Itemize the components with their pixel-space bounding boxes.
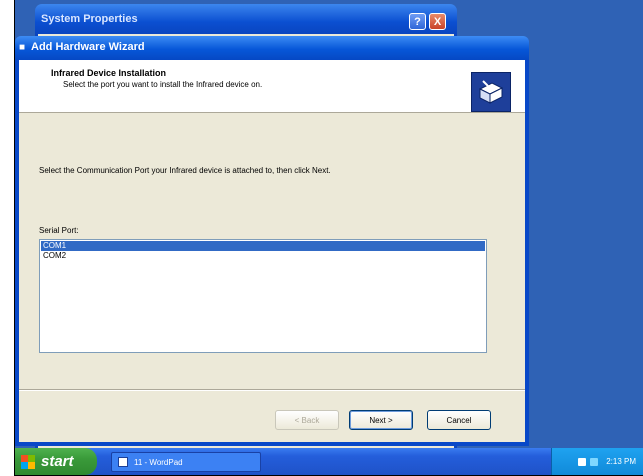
serial-port-label: Serial Port:: [39, 226, 79, 235]
wordpad-icon: [118, 457, 128, 467]
wizard-app-icon: ■: [19, 42, 26, 53]
wizard-header: Infrared Device Installation Select the …: [19, 60, 525, 113]
start-button[interactable]: start: [15, 448, 97, 475]
cancel-button[interactable]: Cancel: [427, 410, 491, 430]
wizard-title: Add Hardware Wizard: [31, 41, 145, 53]
taskbar: start 11 - WordPad 2:13 PM: [15, 448, 643, 475]
wizard-header-subtitle: Select the port you want to install the …: [63, 80, 263, 89]
start-label: start: [41, 453, 74, 470]
serial-port-list[interactable]: COM1 COM2: [39, 239, 487, 353]
system-properties-title: System Properties: [41, 13, 138, 25]
system-properties-titlebar[interactable]: System Properties ? X: [35, 4, 457, 34]
hardware-box-icon: [474, 75, 508, 109]
wizard-instruction: Select the Communication Port your Infra…: [39, 166, 331, 175]
wizard-frame: Infrared Device Installation Select the …: [15, 60, 529, 446]
system-tray: 2:13 PM: [551, 448, 643, 475]
taskbar-item-label: 11 - WordPad: [134, 457, 183, 467]
volume-icon[interactable]: [590, 457, 599, 466]
add-hardware-wizard-window: ■ Add Hardware Wizard Infrared Device In…: [15, 36, 529, 446]
help-button[interactable]: ?: [409, 13, 426, 30]
back-button[interactable]: < Back: [275, 410, 339, 430]
clock: 2:13 PM: [606, 457, 636, 466]
wizard-header-title: Infrared Device Installation: [51, 68, 167, 78]
next-button[interactable]: Next >: [349, 410, 413, 430]
network-icon[interactable]: [578, 457, 587, 466]
taskbar-item-wordpad[interactable]: 11 - WordPad: [111, 452, 261, 472]
wizard-titlebar[interactable]: ■ Add Hardware Wizard: [15, 36, 529, 60]
wizard-client-area: Infrared Device Installation Select the …: [19, 60, 525, 442]
port-list-item[interactable]: COM1: [41, 241, 485, 251]
port-list-item[interactable]: COM2: [41, 251, 485, 261]
close-button[interactable]: X: [429, 13, 446, 30]
wizard-separator: [19, 389, 525, 391]
windows-logo-icon: [21, 454, 35, 469]
hardware-wizard-icon: [471, 72, 511, 112]
screen: System Properties ? X ■ Add Hardware Wiz…: [14, 0, 643, 476]
